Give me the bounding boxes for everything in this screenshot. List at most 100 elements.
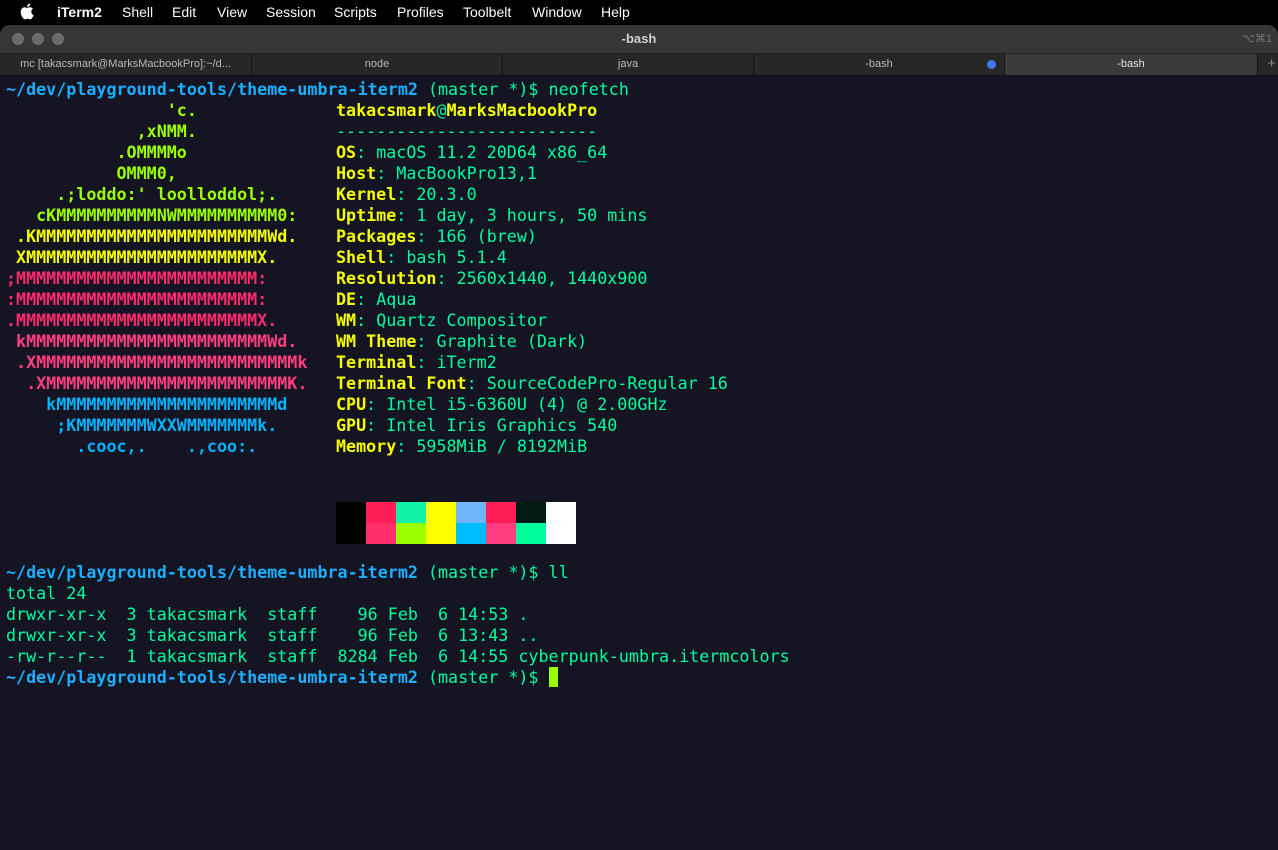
tab-java[interactable]: java [503,54,754,75]
info-key: Terminal [336,352,417,372]
color-swatch [426,523,456,544]
apple-logo-icon[interactable] [20,2,36,20]
info-value: bash 5.1.4 [406,247,507,267]
tab-bash-2[interactable]: -bash [1005,54,1258,75]
color-swatch [546,502,576,523]
prompt-line: ~/dev/playground-tools/theme-umbra-iterm… [6,667,558,688]
info-key: Terminal Font [336,373,467,393]
menu-view[interactable]: View [217,4,247,20]
tab-mc[interactable]: mc [takacsmark@MarksMacbookPro]:~/d... [0,54,252,75]
info-key: WM [336,310,357,330]
color-swatch [396,502,426,523]
activity-indicator-icon [987,60,996,69]
info-value: 2560x1440, 1440x900 [456,268,648,288]
tab-label: -bash [865,58,893,70]
info-value: 166 (brew) [436,226,537,246]
color-swatch [426,502,456,523]
separator-line: -------------------------- [336,121,598,141]
info-row-gpu: GPU: Intel Iris Graphics 540 [336,415,618,435]
new-tab-button[interactable]: + [1267,54,1276,74]
ascii-art-line: .XMMMMMMMMMMMMMMMMMMMMMMMMMMk [6,352,308,372]
color-swatch [366,523,396,544]
text-cursor [548,667,558,687]
info-row-host: Host: MacBookPro13,1 [336,163,537,183]
prompt-branch: (master *)$ [417,667,549,687]
ascii-art-line: 'c. [6,100,197,120]
info-key: Packages [336,226,417,246]
info-value: Graphite (Dark) [436,331,588,351]
ascii-art-line: OMMM0, [6,163,177,183]
info-row-terminal-font: Terminal Font: SourceCodePro-Regular 16 [336,373,728,393]
command-text: neofetch [548,79,629,99]
menu-shell[interactable]: Shell [122,4,153,20]
info-key: Kernel [336,184,397,204]
tab-label: -bash [1117,58,1145,70]
ascii-art-line: kMMMMMMMMMMMMMMMMMMMMMMd [6,394,288,414]
color-swatch [456,502,486,523]
color-palette [336,502,576,544]
menu-scripts[interactable]: Scripts [334,4,377,20]
color-swatch [546,523,576,544]
prompt-line: ~/dev/playground-tools/theme-umbra-iterm… [6,79,629,100]
info-key: Resolution [336,268,437,288]
info-row-terminal: Terminal: iTerm2 [336,352,497,372]
info-key: CPU [336,394,367,414]
iterm-window: -bash ⌥⌘1 mc [takacsmark@MarksMacbookPro… [0,25,1278,850]
tab-label: node [364,58,390,70]
window-title: -bash [621,31,657,46]
info-row-os: OS: macOS 11.2 20D64 x86_64 [336,142,608,162]
at-sign: @ [436,100,447,120]
username: takacsmark [336,100,437,120]
menu-iterm2[interactable]: iTerm2 [57,4,102,20]
info-row-kernel: Kernel: 20.3.0 [336,184,477,204]
info-row-shell: Shell: bash 5.1.4 [336,247,507,267]
info-value: SourceCodePro-Regular 16 [486,373,728,393]
terminal-content[interactable]: ~/dev/playground-tools/theme-umbra-iterm… [6,79,1272,849]
ascii-art-line: XMMMMMMMMMMMMMMMMMMMMMMMX. [6,247,278,267]
info-key: WM Theme [336,331,417,351]
prompt-branch: (master *)$ [417,562,549,582]
info-value: Intel i5-6360U (4) @ 2.00GHz [386,394,668,414]
ascii-art-line: ,xNMM. [6,121,197,141]
color-swatch [516,523,546,544]
info-key: DE [336,289,357,309]
menu-help[interactable]: Help [601,4,630,20]
user-host-line: takacsmark@MarksMacbookPro [336,100,597,121]
info-value: Intel Iris Graphics 540 [386,415,618,435]
tab-bar: mc [takacsmark@MarksMacbookPro]:~/d... n… [0,54,1278,76]
info-value: 5958MiB / 8192MiB [416,436,588,456]
info-row-wm-theme: WM Theme: Graphite (Dark) [336,331,588,351]
menu-session[interactable]: Session [266,4,316,20]
ascii-art-line: ;MMMMMMMMMMMMMMMMMMMMMMMM: [6,268,268,288]
output-line: drwxr-xr-x 3 takacsmark staff 96 Feb 6 1… [6,625,539,645]
tab-node[interactable]: node [252,54,503,75]
color-swatch [336,502,366,523]
prompt-branch: (master *)$ [417,79,549,99]
output-line: -rw-r--r-- 1 takacsmark staff 8284 Feb 6… [6,646,790,666]
info-row-memory: Memory: 5958MiB / 8192MiB [336,436,588,456]
menu-toolbelt[interactable]: Toolbelt [463,4,511,20]
info-value: 1 day, 3 hours, 50 mins [416,205,648,225]
info-key: GPU [336,415,367,435]
info-row-wm: WM: Quartz Compositor [336,310,547,330]
info-value: 20.3.0 [416,184,477,204]
info-key: Memory [336,436,397,456]
title-bar[interactable]: -bash ⌥⌘1 [0,25,1278,54]
ascii-art-line: .XMMMMMMMMMMMMMMMMMMMMMMMMK. [6,373,308,393]
prompt-line: ~/dev/playground-tools/theme-umbra-iterm… [6,562,569,583]
info-row-de: DE: Aqua [336,289,417,309]
menu-edit[interactable]: Edit [172,4,196,20]
info-key: Host [336,163,377,183]
ascii-art-line: .MMMMMMMMMMMMMMMMMMMMMMMMX. [6,310,278,330]
menu-window[interactable]: Window [532,4,582,20]
menu-profiles[interactable]: Profiles [397,4,444,20]
ascii-art-line: ;KMMMMMMMWXXWMMMMMMMk. [6,415,278,435]
color-swatch [336,523,366,544]
color-swatch [516,502,546,523]
window-shortcut: ⌥⌘1 [1242,33,1272,45]
prompt-path: ~/dev/playground-tools/theme-umbra-iterm… [6,79,418,99]
color-swatch [486,523,516,544]
tab-bash-1[interactable]: -bash [754,54,1005,75]
info-row-packages: Packages: 166 (brew) [336,226,537,246]
ascii-art-line: .KMMMMMMMMMMMMMMMMMMMMMMMWd. [6,226,298,246]
